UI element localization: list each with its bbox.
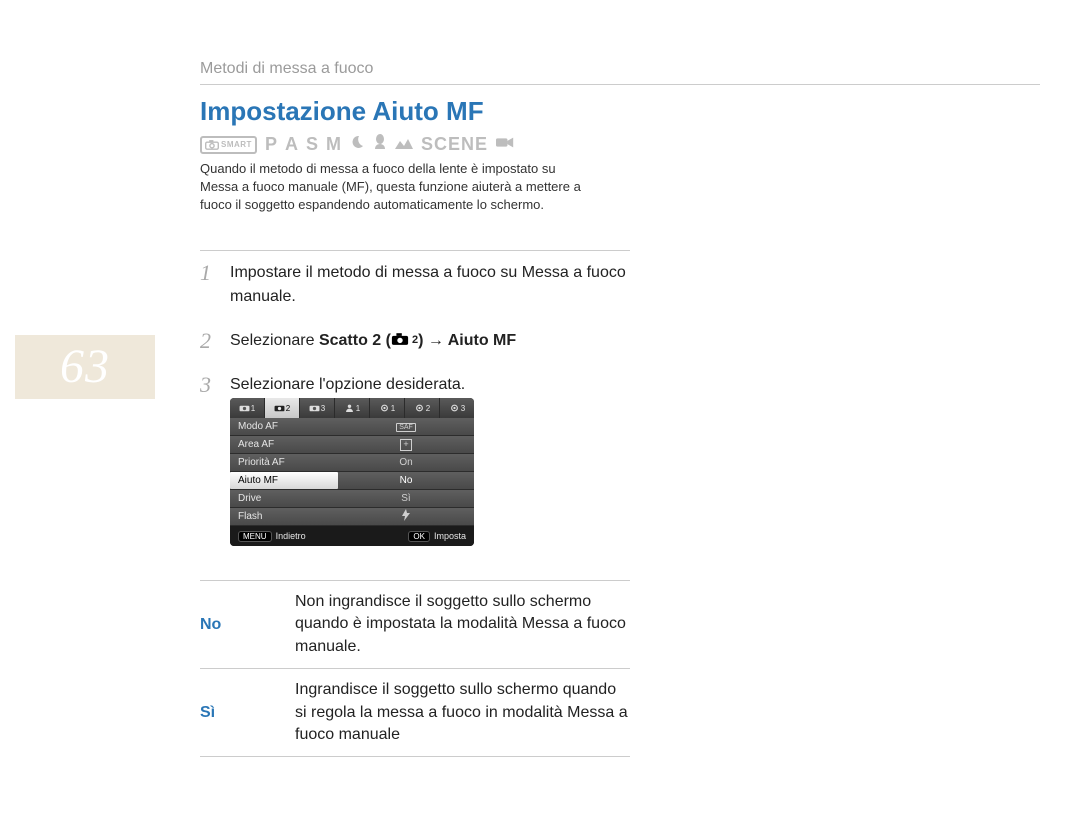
menu-value: + — [338, 439, 474, 451]
step2-bold1: Scatto 2 ( — [319, 332, 391, 349]
menu-label: Modo AF — [230, 421, 338, 432]
step-text: Selezionare l'opzione desiderata. — [230, 373, 630, 397]
ok-label: Imposta — [434, 531, 466, 541]
night-mode-icon — [349, 134, 365, 155]
menu-footer: MENU Indietro OK Imposta — [230, 526, 474, 546]
menu-label: Aiuto MF — [230, 472, 338, 489]
menu-tab-user1: 1 — [335, 398, 370, 418]
page-number: 63 — [15, 335, 155, 399]
menu-row-aiuto-mf: Aiuto MF No — [230, 472, 474, 490]
mode-a: A — [285, 134, 298, 155]
step2-prefix: Selezionare — [230, 332, 319, 349]
smart-label: SMART — [221, 140, 252, 149]
menu-tab-gear2: 2 — [405, 398, 440, 418]
step-text: Impostare il metodo di messa a fuoco su … — [230, 261, 630, 309]
step2-bold2: ) → Aiuto MF — [418, 332, 516, 349]
menu-label: Drive — [230, 493, 338, 504]
smart-mode-icon: SMART — [200, 136, 257, 154]
camera2-icon: 2 — [391, 332, 418, 349]
steps-list: 1 Impostare il metodo di messa a fuoco s… — [200, 250, 630, 407]
step-text: Selezionare Scatto 2 ( 2) → Aiuto MF — [230, 329, 630, 353]
mode-dial-row: SMART P A S M SCENE — [200, 134, 514, 155]
option-row-no: No Non ingrandisce il soggetto sullo sch… — [200, 581, 630, 669]
menu-tab-gear1: 1 — [370, 398, 405, 418]
menu-row-drive: Drive Sì — [230, 490, 474, 508]
landscape-mode-icon — [395, 136, 413, 154]
mode-p: P — [265, 134, 277, 155]
menu-tab-cam1: 1 — [230, 398, 265, 418]
mode-m: M — [326, 134, 341, 155]
menu-row-modo-af: Modo AF SAF — [230, 418, 474, 436]
menu-tab-cam2: 2 — [265, 398, 300, 418]
menu-label: Flash — [230, 511, 338, 522]
menu-row-area-af: Area AF + — [230, 436, 474, 454]
options-table: No Non ingrandisce il soggetto sullo sch… — [200, 580, 630, 757]
intro-paragraph: Quando il metodo di messa a fuoco della … — [200, 160, 590, 215]
menu-label: Priorità AF — [230, 457, 338, 468]
menu-row-priorita-af: Priorità AF On — [230, 454, 474, 472]
menu-label: Area AF — [230, 439, 338, 450]
ok-pill: OK — [408, 531, 430, 542]
menu-value: No — [338, 475, 474, 486]
menu-tab-cam3: 3 — [300, 398, 335, 418]
menu-pill: MENU — [238, 531, 272, 542]
menu-tabs: 1 2 3 1 1 2 3 — [230, 398, 474, 418]
menu-value-flash-icon — [338, 509, 474, 524]
option-row-si: Sì Ingrandisce il soggetto sullo schermo… — [200, 669, 630, 757]
option-key: No — [200, 591, 295, 658]
step-number: 2 — [200, 329, 230, 353]
step-2: 2 Selezionare Scatto 2 (2) → Aiuto MF — [200, 319, 630, 363]
page-title: Impostazione Aiuto MF — [200, 96, 484, 127]
menu-value: Sì — [338, 493, 474, 504]
beauty-mode-icon — [373, 134, 387, 155]
camera-menu-screenshot: 1 2 3 1 1 2 3 Modo AF SAF Area AF + Prio… — [230, 398, 474, 546]
movie-mode-icon — [496, 136, 514, 154]
menu-tab-gear3: 3 — [440, 398, 474, 418]
option-desc: Non ingrandisce il soggetto sullo scherm… — [295, 591, 630, 658]
menu-row-flash: Flash — [230, 508, 474, 526]
mode-s: S — [306, 134, 318, 155]
menu-value: On — [338, 457, 474, 468]
camera2-sub: 2 — [412, 332, 418, 349]
step-number: 1 — [200, 261, 230, 285]
scene-mode-label: SCENE — [421, 134, 488, 155]
step-1: 1 Impostare il metodo di messa a fuoco s… — [200, 251, 630, 319]
menu-value: SAF — [338, 421, 474, 432]
step-number: 3 — [200, 373, 230, 397]
breadcrumb: Metodi di messa a fuoco — [200, 60, 1040, 85]
back-label: Indietro — [276, 531, 306, 541]
option-key: Sì — [200, 679, 295, 746]
option-desc: Ingrandisce il soggetto sullo schermo qu… — [295, 679, 630, 746]
